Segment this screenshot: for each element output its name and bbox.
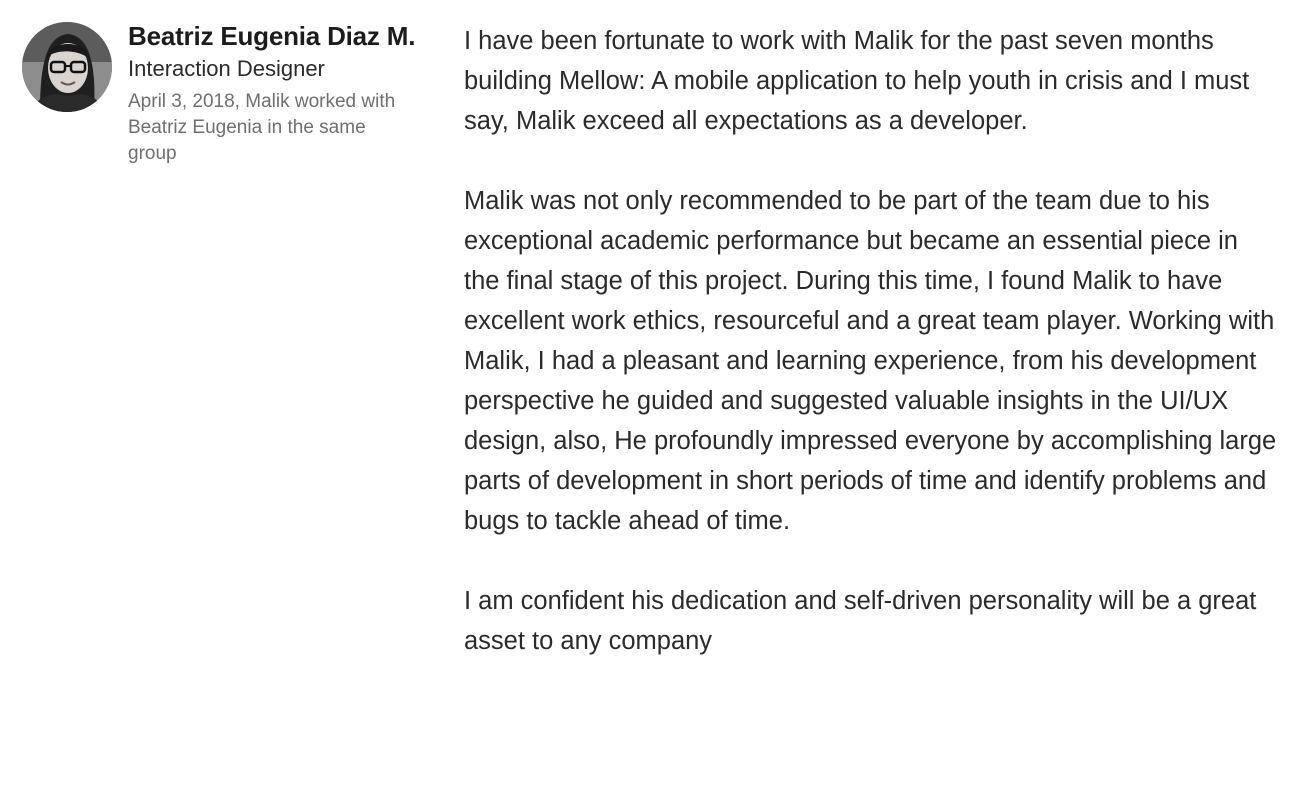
recommendation-text: I have been fortunate to work with Malik… [464, 21, 1279, 701]
recommendation-date-relationship: April 3, 2018, Malik worked with Beatriz… [128, 91, 396, 164]
author-title: Interaction Designer [128, 56, 325, 81]
paragraph-1: I have been fortunate to work with Malik… [464, 27, 1250, 135]
avatar[interactable] [22, 22, 112, 112]
author-info: Beatriz Eugenia Diaz M. Interaction Desi… [128, 20, 418, 167]
author-name[interactable]: Beatriz Eugenia Diaz M. [128, 20, 418, 52]
paragraph-3: I am confident his dedication and self-d… [464, 587, 1257, 655]
recommendation-card: Beatriz Eugenia Diaz M. Interaction Desi… [0, 0, 1302, 792]
paragraph-2: Malik was not only recommended to be par… [464, 187, 1277, 535]
profile-photo-icon [22, 22, 112, 112]
